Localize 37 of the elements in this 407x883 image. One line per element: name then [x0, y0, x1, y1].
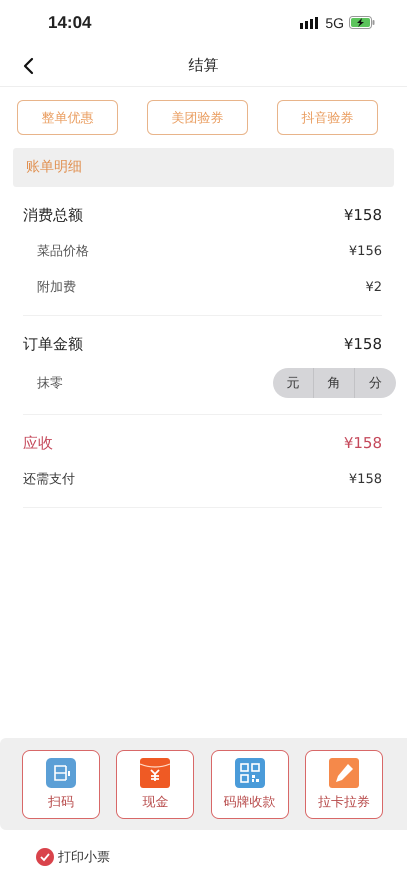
battery-icon — [349, 16, 375, 29]
payment-label: 扫码 — [48, 794, 74, 810]
cash-envelope-icon — [140, 758, 170, 788]
page-title: 结算 — [188, 56, 220, 75]
row-amount: ¥156 — [348, 244, 382, 258]
row-label: 抹零 — [36, 375, 63, 392]
row-label: 订单金额 — [23, 334, 83, 354]
scanner-icon — [46, 758, 76, 788]
row-label: 应收 — [23, 434, 53, 452]
payment-method-button[interactable]: 码牌收款 — [210, 750, 289, 818]
rounding-option[interactable]: 元 — [273, 368, 314, 398]
row-label: 附加费 — [36, 279, 76, 296]
rounding-option[interactable]: 角 — [314, 368, 355, 398]
payment-label: 现金 — [142, 794, 168, 810]
payment-label: 码牌收款 — [224, 794, 276, 810]
row-amount: ¥2 — [365, 280, 382, 294]
row-amount: ¥158 — [344, 206, 382, 224]
row-amount: ¥158 — [344, 434, 382, 452]
payment-label: 拉卡拉券 — [318, 794, 370, 810]
signal-icon — [300, 16, 320, 28]
section-header: 账单明细 — [13, 148, 394, 187]
qr-code-icon — [234, 758, 265, 788]
back-icon — [22, 56, 34, 74]
row-label: 菜品价格 — [36, 243, 89, 260]
row-amount: ¥158 — [348, 472, 382, 486]
network-label: 5G — [325, 14, 344, 30]
row-label: 消费总额 — [23, 206, 83, 224]
checkbox[interactable] — [36, 848, 54, 866]
row-amount: ¥158 — [344, 335, 382, 353]
checkbox-label: 打印小票 — [58, 848, 110, 866]
rounding-option[interactable]: 分 — [355, 368, 396, 398]
clock-time: 14:04 — [48, 12, 92, 32]
payment-method-button[interactable]: 拉卡拉券 — [304, 750, 383, 818]
pencil-icon — [328, 758, 359, 788]
row-label: 还需支付 — [23, 471, 75, 488]
payment-method-button[interactable]: 扫码 — [22, 750, 100, 818]
payment-method-button[interactable]: 现金 — [116, 750, 194, 818]
